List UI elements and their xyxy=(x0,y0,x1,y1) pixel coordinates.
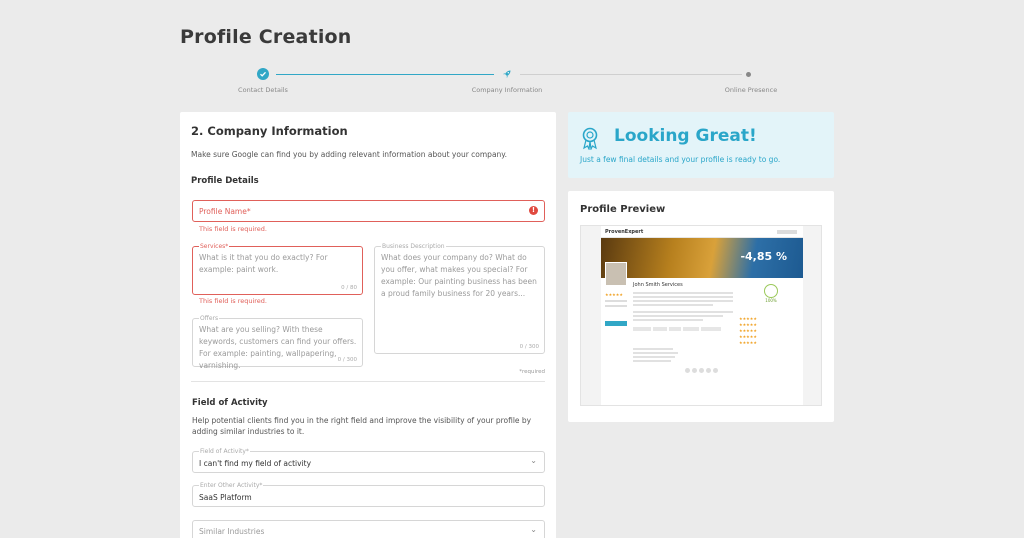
looking-great-title: Looking Great! xyxy=(614,126,757,146)
preview-brand: ProvenExpert xyxy=(605,229,644,235)
field-of-activity-select[interactable]: Field of Activity* I can't find my field… xyxy=(192,448,545,473)
profile-preview-card: Profile Preview ProvenExpert -4,85 % Joh… xyxy=(568,191,834,422)
business-description-label: Business Description xyxy=(381,243,446,250)
section-heading: 2. Company Information xyxy=(191,124,348,138)
step-label-company[interactable]: Company Information xyxy=(472,86,543,94)
similar-industries-select[interactable]: Similar Industries ⌄ xyxy=(192,520,545,538)
page-title: Profile Creation xyxy=(180,26,352,48)
field-of-activity-heading: Field of Activity xyxy=(192,398,268,408)
chevron-down-icon: ⌄ xyxy=(530,525,537,534)
required-note: *required xyxy=(519,369,545,375)
offers-counter: 0 / 300 xyxy=(337,357,357,363)
step-current-rocket-icon[interactable] xyxy=(501,68,513,80)
profile-name-error: This field is required. xyxy=(199,225,267,233)
progress-stepper: Contact Details Company Information Onli… xyxy=(180,68,834,98)
services-label: Services* xyxy=(199,243,230,250)
profile-name-field[interactable]: Profile Name* ! xyxy=(192,200,545,222)
other-activity-label: Enter Other Activity* xyxy=(199,482,264,489)
field-of-activity-value: I can't find my field of activity xyxy=(199,459,312,468)
profile-details-heading: Profile Details xyxy=(191,176,259,186)
other-activity-input[interactable]: Enter Other Activity* SaaS Platform xyxy=(192,482,545,507)
profile-preview-image: ProvenExpert -4,85 % John Smith Services xyxy=(580,225,822,406)
step-label-contact[interactable]: Contact Details xyxy=(238,86,288,94)
profile-preview-title: Profile Preview xyxy=(580,204,666,215)
looking-great-subtitle: Just a few final details and your profil… xyxy=(580,155,781,164)
preview-rating: 100% xyxy=(765,298,777,303)
stepper-line-pending xyxy=(520,74,742,75)
services-error: This field is required. xyxy=(199,297,267,305)
offers-placeholder: What are you selling? With these keyword… xyxy=(199,325,357,370)
step-pending-dot[interactable] xyxy=(746,72,751,77)
section-divider xyxy=(191,381,545,382)
services-field[interactable]: Services* What is it that you do exactly… xyxy=(192,243,363,295)
stepper-line-complete xyxy=(276,74,494,75)
company-information-card: 2. Company Information Make sure Google … xyxy=(180,112,556,538)
business-description-placeholder: What does your company do? What do you o… xyxy=(381,253,537,298)
award-icon xyxy=(582,127,598,150)
section-intro: Make sure Google can find you by adding … xyxy=(191,150,508,159)
business-description-counter: 0 / 300 xyxy=(519,344,539,350)
services-placeholder: What is it that you do exactly? For exam… xyxy=(199,253,328,274)
step-label-online[interactable]: Online Presence xyxy=(725,86,777,94)
error-icon: ! xyxy=(529,206,538,215)
field-of-activity-intro: Help potential clients find you in the r… xyxy=(192,416,532,436)
field-of-activity-label: Field of Activity* xyxy=(199,448,250,455)
services-counter: 0 / 80 xyxy=(341,285,357,291)
profile-name-label: Profile Name* xyxy=(199,207,251,216)
business-description-field[interactable]: Business Description What does your comp… xyxy=(374,243,545,354)
preview-banner-value: -4,85 % xyxy=(740,250,787,263)
preview-company-name: John Smith Services xyxy=(633,282,683,288)
similar-industries-placeholder: Similar Industries xyxy=(199,527,265,536)
chevron-down-icon: ⌄ xyxy=(530,456,537,465)
looking-great-card: Looking Great! Just a few final details … xyxy=(568,112,834,178)
offers-label: Offers xyxy=(199,315,220,322)
offers-field[interactable]: Offers What are you selling? With these … xyxy=(192,315,363,370)
step-complete-check-icon[interactable] xyxy=(257,68,269,80)
other-activity-value: SaaS Platform xyxy=(199,493,252,502)
